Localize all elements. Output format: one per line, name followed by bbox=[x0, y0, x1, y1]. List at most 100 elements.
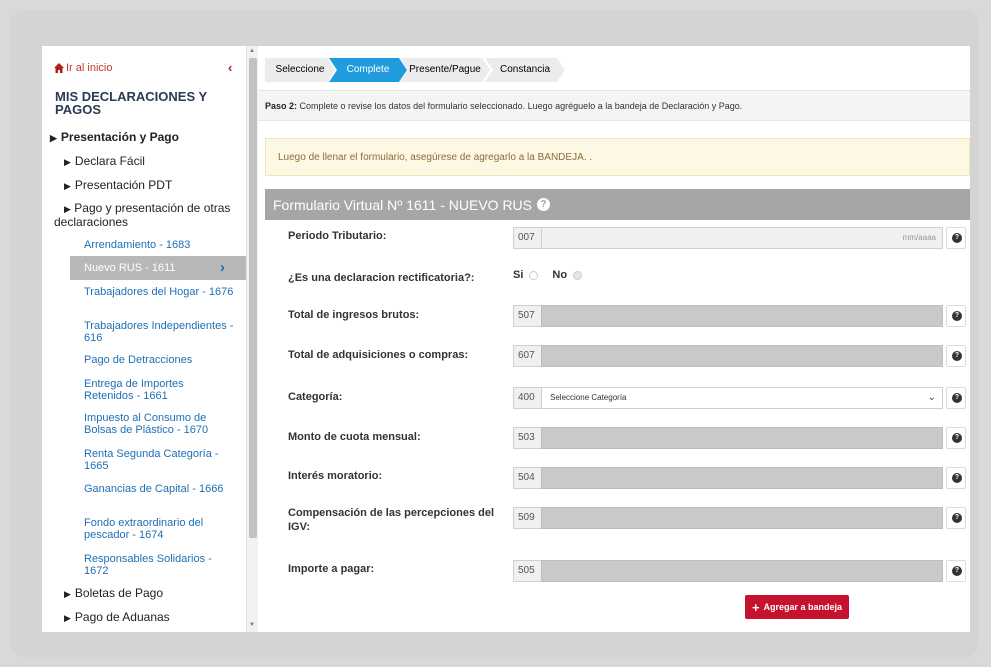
sidebar-sub-label: Nuevo RUS - 1611 bbox=[84, 262, 176, 274]
triangle-right-icon: ▶ bbox=[64, 204, 71, 214]
triangle-right-icon: ▶ bbox=[50, 133, 57, 143]
triangle-right-icon: ▶ bbox=[64, 613, 71, 623]
sidebar-sub-nuevo-rus[interactable]: Nuevo RUS - 1611 › bbox=[70, 256, 246, 280]
step-seleccione[interactable]: Seleccione bbox=[265, 58, 335, 82]
triangle-right-icon: ▶ bbox=[64, 589, 71, 599]
categoria-help-button[interactable]: ? bbox=[946, 387, 966, 409]
categoria-code: 400 bbox=[513, 387, 542, 409]
cuota-input[interactable] bbox=[541, 427, 943, 449]
adquisiciones-label: Total de adquisiciones o compras: bbox=[288, 349, 469, 361]
question-icon: ? bbox=[952, 311, 962, 321]
step-constancia[interactable]: Constancia bbox=[485, 58, 565, 82]
scrollbar-thumb[interactable] bbox=[249, 58, 257, 538]
sidebar-item-otras-declaraciones[interactable]: ▶ Pago y presentación de otras declaraci… bbox=[54, 202, 234, 229]
chevron-down-icon: ⌄ bbox=[927, 392, 936, 403]
sidebar-item-label: Declara Fácil bbox=[74, 154, 145, 168]
interes-help-button[interactable]: ? bbox=[946, 467, 966, 489]
sidebar-item-boletas-pago[interactable]: ▶ Boletas de Pago bbox=[64, 587, 163, 601]
home-link[interactable]: Ir al inicio bbox=[54, 62, 112, 74]
ingresos-input[interactable] bbox=[541, 305, 943, 327]
sidebar-sub-bolsas-plastico[interactable]: Impuesto al Consumo de Bolsas de Plástic… bbox=[84, 412, 234, 436]
step-complete[interactable]: Complete bbox=[329, 58, 407, 82]
sidebar-sub-fondo-pescador[interactable]: Fondo extraordinario del pescador - 1674 bbox=[84, 517, 234, 541]
sidebar-item-label: Presentación PDT bbox=[74, 178, 173, 192]
warning-alert: Luego de llenar el formulario, asegúrese… bbox=[265, 138, 970, 176]
home-link-label: Ir al inicio bbox=[66, 62, 113, 74]
compensacion-label: Compensación de las percepciones del IGV… bbox=[288, 507, 495, 533]
question-icon: ? bbox=[952, 566, 962, 576]
sidebar-sub-trabajadores-independientes[interactable]: Trabajadores Independientes - 616 bbox=[84, 320, 234, 344]
periodo-placeholder: mm/aaaa bbox=[902, 233, 936, 242]
interes-code: 504 bbox=[513, 467, 542, 489]
sidebar-title: MIS DECLARACIONES Y PAGOS bbox=[55, 89, 207, 117]
sidebar-item-pago-aduanas[interactable]: ▶ Pago de Aduanas bbox=[64, 611, 170, 625]
importe-help-button[interactable]: ? bbox=[946, 560, 966, 582]
periodo-help-button[interactable]: ? bbox=[946, 227, 966, 249]
sidebar-item-label: Pago y presentación de otras declaracion… bbox=[54, 201, 231, 229]
interes-label: Interés moratorio: bbox=[288, 470, 383, 482]
plus-icon: + bbox=[751, 599, 760, 615]
sidebar-item-presentacion-pdt[interactable]: ▶ Presentación PDT bbox=[64, 179, 172, 193]
question-icon: ? bbox=[952, 351, 962, 361]
instruction-bar: Paso 2: Complete o revise los datos del … bbox=[258, 91, 970, 121]
interes-input[interactable] bbox=[541, 467, 943, 489]
add-to-tray-button[interactable]: + Agregar a bandeja bbox=[745, 595, 849, 619]
question-circle-icon[interactable]: ? bbox=[537, 198, 551, 211]
cuota-code: 503 bbox=[513, 427, 542, 449]
categoria-select[interactable]: Seleccione Categoría ⌄ bbox=[541, 387, 943, 409]
adquisiciones-input[interactable] bbox=[541, 345, 943, 367]
compensacion-help-button[interactable]: ? bbox=[946, 507, 966, 529]
categoria-select-value: Seleccione Categoría bbox=[550, 393, 627, 402]
sidebar-sub-detracciones[interactable]: Pago de Detracciones bbox=[84, 354, 234, 366]
sidebar-sub-responsables-solidarios[interactable]: Responsables Solidarios - 1672 bbox=[84, 553, 234, 577]
importe-input[interactable] bbox=[541, 560, 943, 582]
sidebar-item-label: Pago de Aduanas bbox=[74, 610, 170, 624]
importe-label: Importe a pagar: bbox=[288, 563, 375, 575]
question-icon: ? bbox=[952, 433, 962, 443]
ingresos-label: Total de ingresos brutos: bbox=[288, 309, 420, 321]
step-label: Presente/Pague bbox=[409, 64, 481, 75]
importe-code: 505 bbox=[513, 560, 542, 582]
app-window: Ir al inicio ‹ MIS DECLARACIONES Y PAGOS… bbox=[42, 46, 970, 632]
step-label: Complete bbox=[346, 64, 390, 75]
question-icon: ? bbox=[952, 513, 962, 523]
ingresos-help-button[interactable]: ? bbox=[946, 305, 966, 327]
add-to-tray-label: Agregar a bandeja bbox=[763, 602, 843, 612]
triangle-right-icon: ▶ bbox=[64, 157, 71, 167]
periodo-label: Periodo Tributario: bbox=[288, 230, 387, 242]
scroll-down-icon[interactable]: ▼ bbox=[249, 622, 255, 628]
question-icon: ? bbox=[952, 473, 962, 483]
adquisiciones-help-button[interactable]: ? bbox=[946, 345, 966, 367]
triangle-right-icon: ▶ bbox=[64, 181, 71, 191]
compensacion-code: 509 bbox=[513, 507, 542, 529]
sidebar-section-presentacion[interactable]: ▶ Presentación y Pago bbox=[50, 131, 179, 145]
scroll-up-icon[interactable]: ▲ bbox=[249, 48, 255, 54]
radio-no[interactable] bbox=[573, 270, 583, 280]
sidebar-sub-ganancias-capital[interactable]: Ganancias de Capital - 1666 bbox=[84, 483, 234, 495]
sidebar-item-label: Boletas de Pago bbox=[74, 586, 163, 600]
sidebar-sub-trabajadores-hogar[interactable]: Trabajadores del Hogar - 1676 bbox=[84, 286, 234, 298]
sidebar-sub-importes-retenidos[interactable]: Entrega de Importes Retenidos - 1661 bbox=[84, 378, 234, 402]
step-presente-pague[interactable]: Presente/Pague bbox=[400, 58, 490, 82]
sidebar-section-label: Presentación y Pago bbox=[60, 130, 179, 144]
periodo-code: 007 bbox=[513, 227, 542, 249]
collapse-sidebar-icon[interactable]: ‹ bbox=[228, 60, 232, 75]
instruction-prefix: Paso 2: bbox=[265, 101, 298, 111]
adquisiciones-code: 607 bbox=[513, 345, 542, 367]
periodo-input[interactable]: mm/aaaa bbox=[541, 227, 943, 249]
sidebar-scrollbar[interactable]: ▲ ▼ bbox=[246, 46, 258, 632]
step-label: Seleccione bbox=[275, 64, 325, 75]
sidebar-sub-renta-segunda[interactable]: Renta Segunda Categoría - 1665 bbox=[84, 448, 234, 472]
sidebar: Ir al inicio ‹ MIS DECLARACIONES Y PAGOS… bbox=[42, 46, 246, 632]
ingresos-code: 507 bbox=[513, 305, 542, 327]
question-icon: ? bbox=[952, 393, 962, 403]
sidebar-item-declara-facil[interactable]: ▶ Declara Fácil bbox=[64, 155, 145, 169]
compensacion-input[interactable] bbox=[541, 507, 943, 529]
home-icon bbox=[54, 63, 64, 73]
form-title-bar: Formulario Virtual Nº 1611 - NUEVO RUS ? bbox=[265, 189, 970, 220]
sidebar-sub-arrendamiento[interactable]: Arrendamiento - 1683 bbox=[84, 239, 234, 251]
radio-si[interactable] bbox=[529, 270, 539, 280]
cuota-help-button[interactable]: ? bbox=[946, 427, 966, 449]
rectificatoria-label: ¿Es una declaracion rectificatoria?: bbox=[288, 272, 475, 284]
form-title: Formulario Virtual Nº 1611 - NUEVO RUS bbox=[273, 197, 533, 213]
